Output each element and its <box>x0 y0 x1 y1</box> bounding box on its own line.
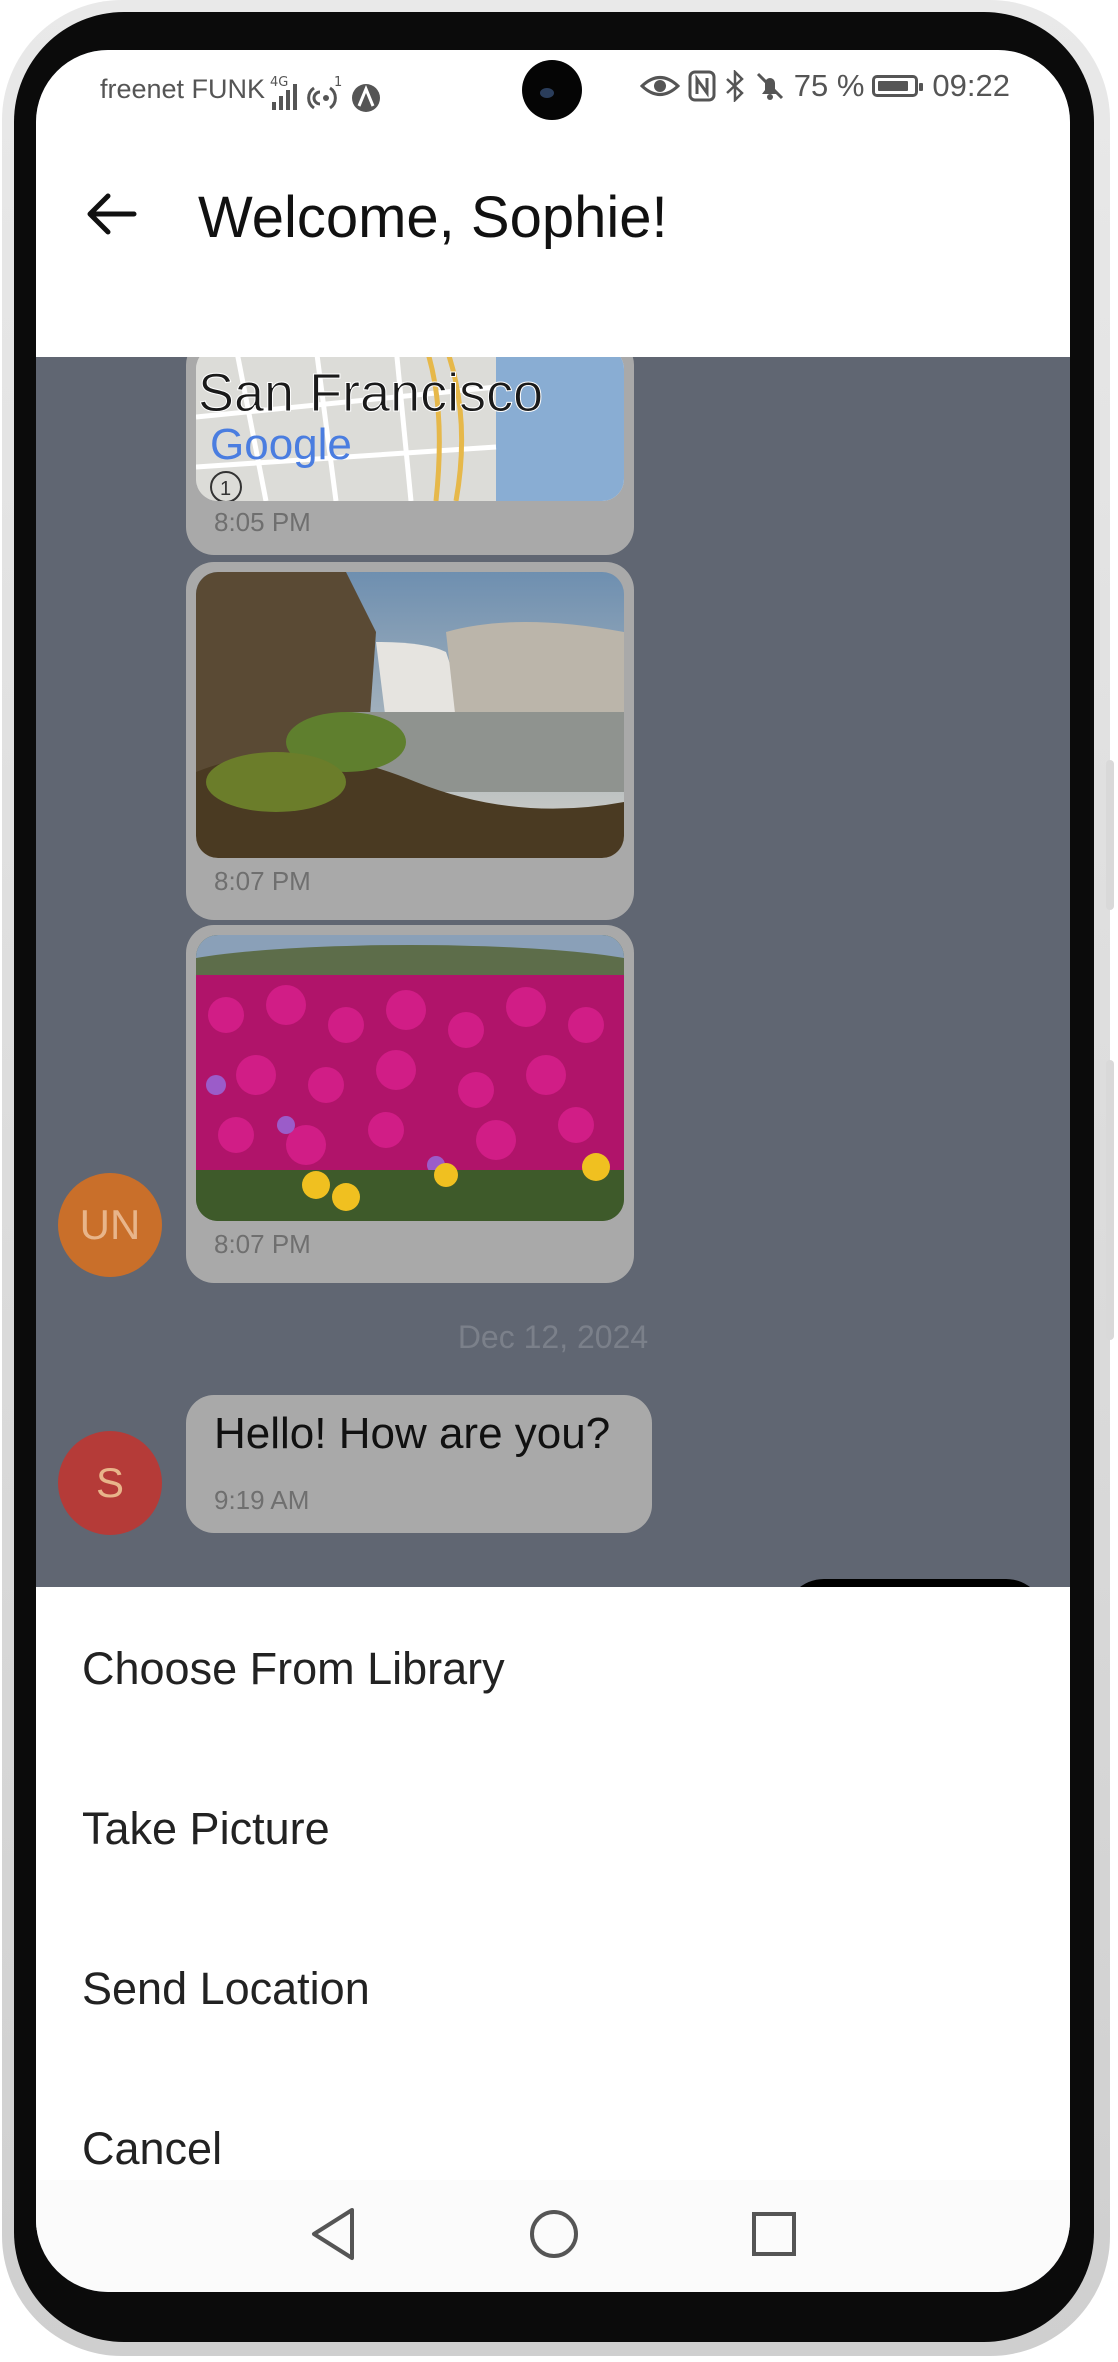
waterfall-photo <box>196 572 624 858</box>
signal-icon: 4G 1 <box>270 75 380 112</box>
text-message-bubble[interactable]: Hello! How are you? 9:19 AM <box>186 1395 652 1533</box>
phone-frame: freenet FUNK 4G 1 75 % 09:22 Welcome, So… <box>0 0 1118 2362</box>
front-camera <box>522 60 582 120</box>
network-type: 4G <box>270 75 288 90</box>
take-picture-option[interactable]: Take Picture <box>82 1803 330 1855</box>
chat-area: San Francisco Google 1 8:05 PM 8:07 PM 8… <box>36 357 1070 1587</box>
power-button <box>1106 1060 1114 1340</box>
carrier-label: freenet FUNK <box>100 74 266 104</box>
map-thumbnail[interactable]: San Francisco Google 1 <box>196 357 624 501</box>
bluetooth-icon <box>725 70 744 102</box>
action-sheet: Choose From Library Take Picture Send Lo… <box>36 1587 1070 2230</box>
cancel-option[interactable]: Cancel <box>82 2123 222 2175</box>
system-nav-bar <box>36 2180 1070 2292</box>
arrow-left-icon[interactable] <box>80 182 144 246</box>
eye-icon <box>639 76 680 96</box>
avatar[interactable]: S <box>58 1431 162 1535</box>
nfc-icon <box>688 70 716 102</box>
clock: 09:22 <box>932 68 1010 103</box>
image-message-bubble[interactable]: 8:07 PM <box>186 562 634 920</box>
screen: freenet FUNK 4G 1 75 % 09:22 Welcome, So… <box>36 50 1070 2292</box>
square-recents-icon[interactable] <box>742 2202 806 2266</box>
battery-percent: 75 % <box>793 68 865 103</box>
message-time: 8:07 PM <box>214 866 311 896</box>
triangle-back-icon[interactable] <box>302 2202 366 2266</box>
status-right: 75 % 09:22 <box>639 68 1010 104</box>
avatar[interactable]: UN <box>58 1173 162 1277</box>
waterfall-image[interactable] <box>196 572 624 858</box>
app-header: Welcome, Sophie! <box>36 134 1070 357</box>
flowers-photo <box>196 935 624 1221</box>
message-time: 8:05 PM <box>214 507 311 537</box>
message-text: Hello! How are you? <box>214 1409 611 1458</box>
send-location-option[interactable]: Send Location <box>82 1963 370 2015</box>
page-title: Welcome, Sophie! <box>198 185 668 250</box>
map-marker-label: 1 <box>220 478 231 500</box>
message-time: 8:07 PM <box>214 1229 311 1259</box>
message-time: 9:19 AM <box>214 1485 310 1515</box>
volume-button <box>1106 760 1114 910</box>
choose-from-library-option[interactable]: Choose From Library <box>82 1643 505 1695</box>
map-image: San Francisco Google 1 <box>196 357 624 501</box>
svg-text:1: 1 <box>334 75 342 90</box>
map-city-label: San Francisco <box>198 363 543 423</box>
map-brand-label: Google <box>210 420 352 469</box>
battery-icon <box>872 75 924 97</box>
outgoing-message-edge <box>784 1579 1046 1587</box>
circle-home-icon[interactable] <box>522 2202 586 2266</box>
status-bar: freenet FUNK 4G 1 75 % 09:22 <box>36 50 1070 134</box>
bell-muted-icon <box>756 72 783 100</box>
image-message-bubble[interactable]: 8:07 PM <box>186 925 634 1283</box>
flowers-image[interactable] <box>196 935 624 1221</box>
map-message-bubble[interactable]: San Francisco Google 1 8:05 PM <box>186 357 634 555</box>
date-separator: Dec 12, 2024 <box>457 1319 649 1355</box>
